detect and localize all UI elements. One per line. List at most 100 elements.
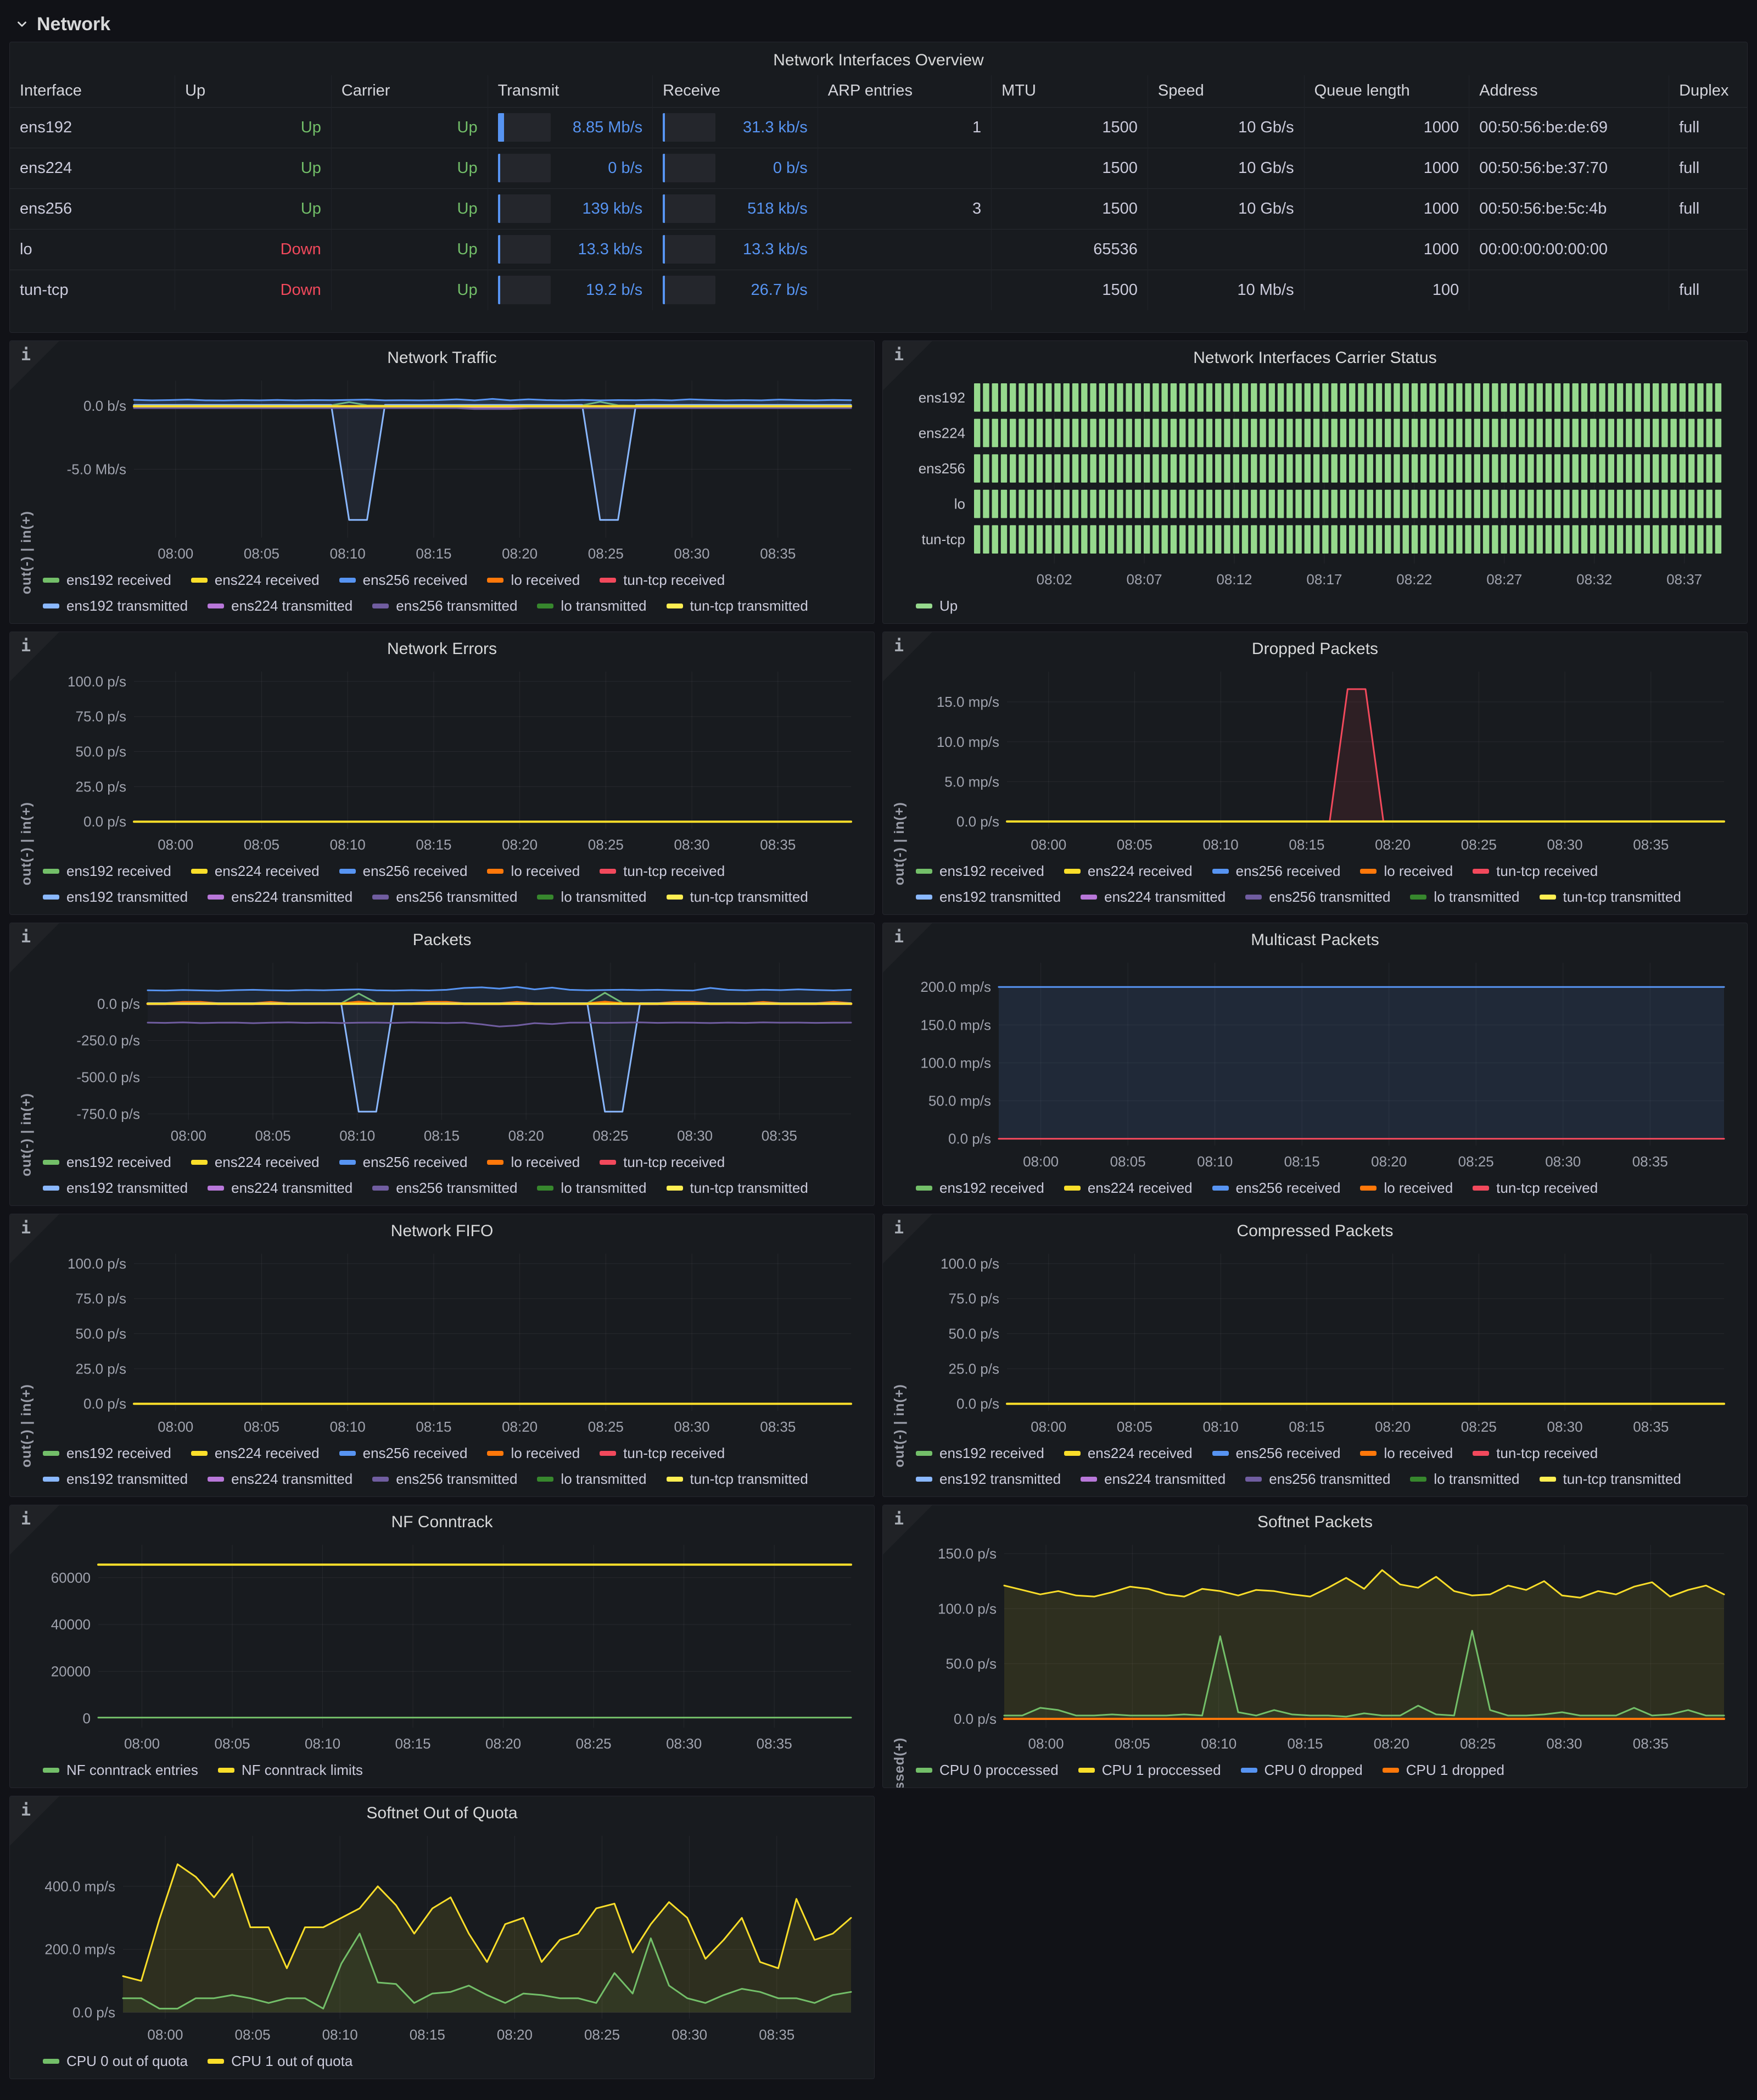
legend-item[interactable]: NF conntrack entries xyxy=(43,1762,198,1779)
legend-item[interactable]: tun-tcp transmitted xyxy=(667,1180,808,1197)
legend-item[interactable]: ens224 received xyxy=(1064,1180,1193,1197)
legend-item[interactable]: lo received xyxy=(1360,1180,1453,1197)
legend-item[interactable]: ens224 transmitted xyxy=(1081,889,1226,906)
column-header-transmit[interactable]: Transmit xyxy=(488,75,653,107)
legend-item[interactable]: ens256 received xyxy=(1212,1180,1341,1197)
legend-item[interactable]: ens192 received xyxy=(43,863,171,880)
column-header-speed[interactable]: Speed xyxy=(1148,75,1304,107)
legend-item[interactable]: ens224 received xyxy=(1064,1445,1193,1462)
legend-label: ens192 received xyxy=(66,1154,171,1171)
legend-item[interactable]: lo received xyxy=(1360,1445,1453,1462)
legend-item[interactable]: tun-tcp received xyxy=(600,1445,725,1462)
panel-info-icon[interactable]: i xyxy=(10,632,59,682)
panel-info-icon[interactable]: i xyxy=(10,1214,59,1264)
column-header-carrier[interactable]: Carrier xyxy=(331,75,488,107)
legend-item[interactable]: Up xyxy=(916,597,958,615)
legend-item[interactable]: tun-tcp received xyxy=(1473,863,1598,880)
legend-item[interactable]: ens224 transmitted xyxy=(208,889,352,906)
svg-text:25.0 p/s: 25.0 p/s xyxy=(75,1360,126,1377)
legend-item[interactable]: lo received xyxy=(487,1445,580,1462)
legend-item[interactable]: ens224 received xyxy=(191,1154,320,1171)
legend-item[interactable]: tun-tcp transmitted xyxy=(1540,889,1681,906)
panel-info-icon[interactable]: i xyxy=(883,1505,932,1555)
panel-info-icon[interactable]: i xyxy=(883,923,932,973)
legend-item[interactable]: ens224 received xyxy=(191,863,320,880)
panel-info-icon[interactable]: i xyxy=(10,341,59,390)
legend-item[interactable]: ens192 received xyxy=(43,1445,171,1462)
legend-item[interactable]: ens256 received xyxy=(339,1445,468,1462)
panel-info-icon[interactable]: i xyxy=(10,1796,59,1846)
legend-item[interactable]: ens192 transmitted xyxy=(916,889,1061,906)
column-header-up[interactable]: Up xyxy=(175,75,332,107)
legend-item[interactable]: lo transmitted xyxy=(537,1180,646,1197)
column-header-queue[interactable]: Queue length xyxy=(1304,75,1469,107)
legend-label: ens192 received xyxy=(66,863,171,880)
legend-item[interactable]: ens192 received xyxy=(916,1180,1044,1197)
panel-info-icon[interactable]: i xyxy=(10,923,59,973)
legend-item[interactable]: lo transmitted xyxy=(537,597,646,615)
legend-item[interactable]: ens256 transmitted xyxy=(372,1180,517,1197)
section-row-network[interactable]: Network xyxy=(9,7,1748,42)
legend-item[interactable]: tun-tcp received xyxy=(1473,1445,1598,1462)
legend-item[interactable]: CPU 0 out of quota xyxy=(43,2053,188,2070)
legend-item[interactable]: ens256 received xyxy=(339,863,468,880)
legend-item[interactable]: ens224 received xyxy=(1064,863,1193,880)
legend-item[interactable]: lo transmitted xyxy=(1410,1471,1519,1488)
column-header-interface[interactable]: Interface xyxy=(10,75,175,107)
legend-item[interactable]: ens256 transmitted xyxy=(1245,889,1390,906)
legend-item[interactable]: ens256 transmitted xyxy=(372,597,517,615)
legend-item[interactable]: ens192 received xyxy=(43,572,171,589)
legend-item[interactable]: tun-tcp transmitted xyxy=(667,889,808,906)
legend-item[interactable]: tun-tcp received xyxy=(1473,1180,1598,1197)
legend-item[interactable]: ens192 received xyxy=(916,1445,1044,1462)
legend-item[interactable]: ens224 transmitted xyxy=(208,1471,352,1488)
legend-item[interactable]: ens256 received xyxy=(339,1154,468,1171)
legend-item[interactable]: ens192 received xyxy=(916,863,1044,880)
legend-item[interactable]: tun-tcp received xyxy=(600,863,725,880)
legend-item[interactable]: ens192 transmitted xyxy=(43,1180,188,1197)
legend-item[interactable]: lo transmitted xyxy=(537,889,646,906)
column-header-mtu[interactable]: MTU xyxy=(992,75,1148,107)
panel-info-icon[interactable]: i xyxy=(883,632,932,682)
legend-item[interactable]: ens192 transmitted xyxy=(43,889,188,906)
legend-item[interactable]: ens192 transmitted xyxy=(43,597,188,615)
column-header-arp[interactable]: ARP entries xyxy=(818,75,991,107)
legend-item[interactable]: ens224 transmitted xyxy=(208,1180,352,1197)
legend-item[interactable]: lo received xyxy=(487,1154,580,1171)
legend-item[interactable]: ens256 transmitted xyxy=(372,889,517,906)
legend-item[interactable]: ens224 received xyxy=(191,572,320,589)
legend-item[interactable]: CPU 0 dropped xyxy=(1241,1762,1363,1779)
legend-item[interactable]: tun-tcp received xyxy=(600,572,725,589)
column-header-address[interactable]: Address xyxy=(1469,75,1669,107)
column-header-receive[interactable]: Receive xyxy=(653,75,818,107)
legend-item[interactable]: CPU 1 out of quota xyxy=(208,2053,352,2070)
legend-item[interactable]: ens192 transmitted xyxy=(916,1471,1061,1488)
legend-item[interactable]: lo transmitted xyxy=(537,1471,646,1488)
panel-info-icon[interactable]: i xyxy=(883,341,932,390)
panel-info-icon[interactable]: i xyxy=(10,1505,59,1555)
legend-item[interactable]: ens256 received xyxy=(339,572,468,589)
legend-item[interactable]: ens256 transmitted xyxy=(372,1471,517,1488)
legend-item[interactable]: tun-tcp transmitted xyxy=(1540,1471,1681,1488)
legend-item[interactable]: ens256 received xyxy=(1212,863,1341,880)
legend-item[interactable]: NF conntrack limits xyxy=(218,1762,363,1779)
legend-item[interactable]: ens192 transmitted xyxy=(43,1471,188,1488)
legend-item[interactable]: ens192 received xyxy=(43,1154,171,1171)
legend-item[interactable]: lo received xyxy=(487,863,580,880)
legend-item[interactable]: CPU 1 proccessed xyxy=(1078,1762,1221,1779)
legend-item[interactable]: ens224 transmitted xyxy=(208,597,352,615)
legend-item[interactable]: tun-tcp transmitted xyxy=(667,1471,808,1488)
panel-info-icon[interactable]: i xyxy=(883,1214,932,1264)
legend-item[interactable]: lo received xyxy=(487,572,580,589)
legend-item[interactable]: lo received xyxy=(1360,863,1453,880)
legend-item[interactable]: tun-tcp received xyxy=(600,1154,725,1171)
legend-item[interactable]: ens224 received xyxy=(191,1445,320,1462)
legend-item[interactable]: tun-tcp transmitted xyxy=(667,597,808,615)
column-header-duplex[interactable]: Duplex xyxy=(1669,75,1747,107)
legend-item[interactable]: CPU 0 proccessed xyxy=(916,1762,1059,1779)
legend-item[interactable]: lo transmitted xyxy=(1410,889,1519,906)
legend-item[interactable]: ens256 received xyxy=(1212,1445,1341,1462)
legend-item[interactable]: ens256 transmitted xyxy=(1245,1471,1390,1488)
legend-item[interactable]: CPU 1 dropped xyxy=(1383,1762,1504,1779)
legend-item[interactable]: ens224 transmitted xyxy=(1081,1471,1226,1488)
